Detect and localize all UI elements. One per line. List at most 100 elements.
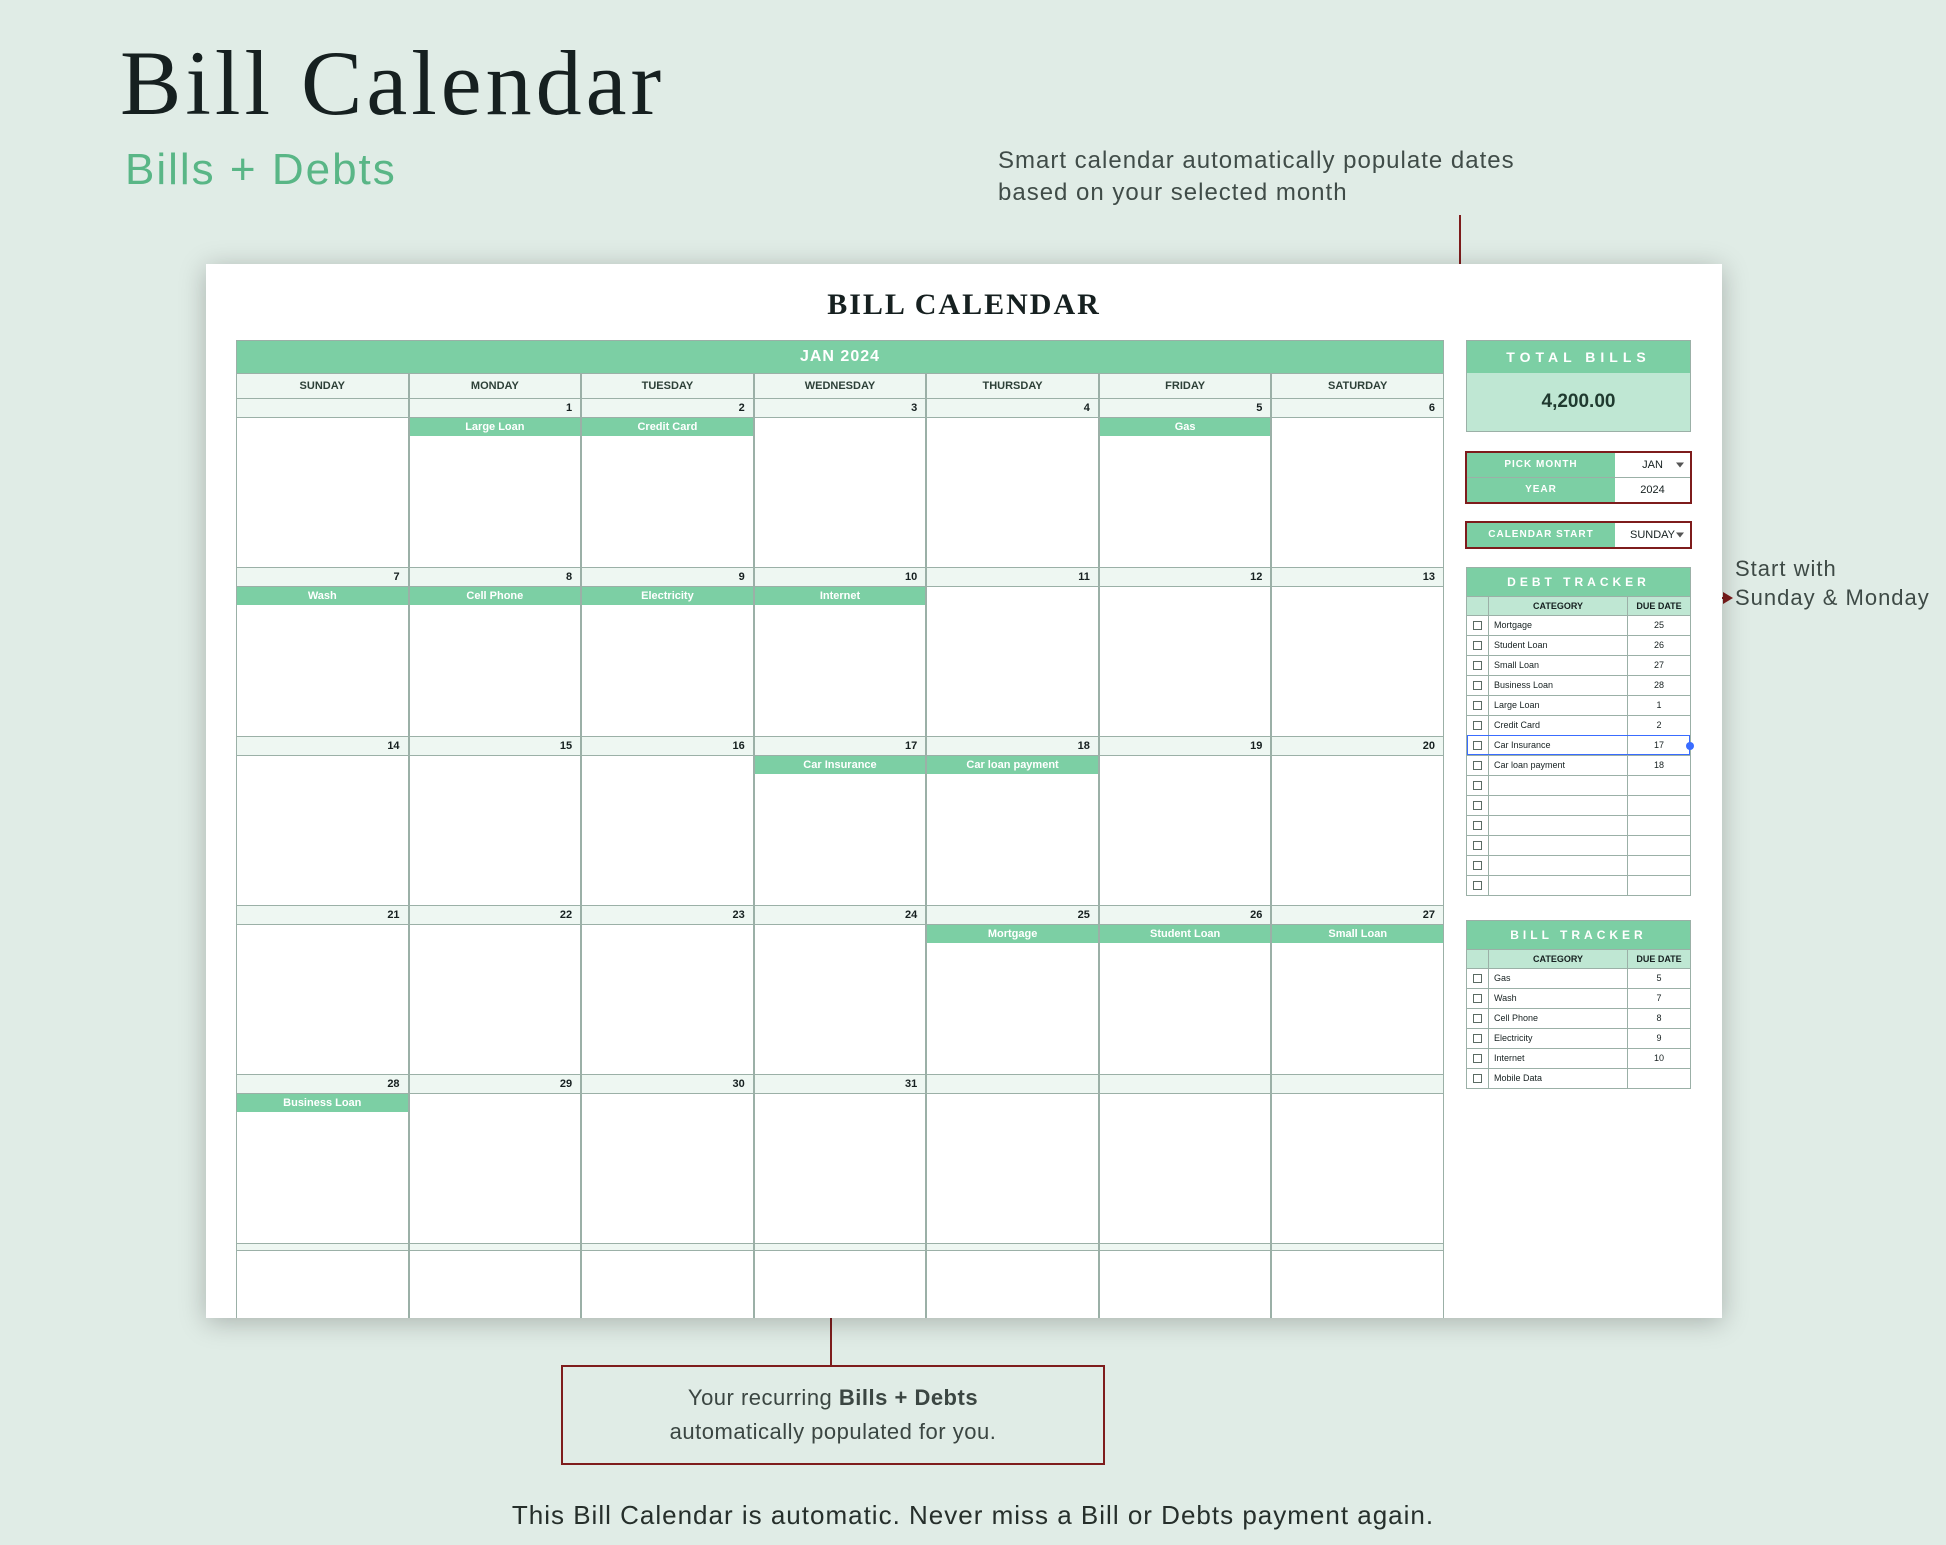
tracker-row[interactable]: Credit Card2 (1467, 715, 1690, 735)
tracker-row[interactable]: Electricity9 (1467, 1028, 1690, 1048)
tracker-row[interactable] (1467, 815, 1690, 835)
day-cell[interactable] (754, 1094, 927, 1244)
tracker-category[interactable]: Small Loan (1489, 656, 1628, 675)
tracker-category[interactable] (1489, 856, 1628, 875)
tracker-category[interactable] (1489, 876, 1628, 895)
day-cell[interactable] (409, 756, 582, 906)
tracker-category[interactable]: Electricity (1489, 1029, 1628, 1048)
tracker-category[interactable]: Business Loan (1489, 676, 1628, 695)
tracker-due[interactable]: 10 (1628, 1049, 1690, 1068)
pick-month-row[interactable]: PICK MONTH JAN (1466, 452, 1691, 478)
day-cell[interactable] (581, 1251, 754, 1318)
checkbox[interactable] (1467, 969, 1489, 988)
tracker-due[interactable]: 5 (1628, 969, 1690, 988)
day-cell[interactable] (1099, 756, 1272, 906)
tracker-due[interactable] (1628, 796, 1690, 815)
day-cell[interactable] (581, 925, 754, 1075)
day-cell[interactable] (1099, 587, 1272, 737)
tracker-due[interactable] (1628, 776, 1690, 795)
event-pill[interactable]: Credit Card (582, 418, 753, 436)
day-cell[interactable] (1271, 756, 1444, 906)
tracker-row[interactable]: Car Insurance17 (1467, 735, 1690, 755)
tracker-row[interactable]: Student Loan26 (1467, 635, 1690, 655)
tracker-category[interactable]: Internet (1489, 1049, 1628, 1068)
tracker-category[interactable]: Mobile Data (1489, 1069, 1628, 1088)
day-cell[interactable] (926, 1094, 1099, 1244)
tracker-row[interactable]: Small Loan27 (1467, 655, 1690, 675)
checkbox[interactable] (1467, 616, 1489, 635)
day-cell[interactable]: Small Loan (1271, 925, 1444, 1075)
tracker-due[interactable]: 27 (1628, 656, 1690, 675)
day-cell[interactable]: Wash (236, 587, 409, 737)
day-cell[interactable] (1271, 418, 1444, 568)
tracker-due[interactable]: 1 (1628, 696, 1690, 715)
tracker-row[interactable]: Gas5 (1467, 968, 1690, 988)
day-cell[interactable]: Large Loan (409, 418, 582, 568)
event-pill[interactable]: Wash (237, 587, 408, 605)
day-cell[interactable] (581, 1094, 754, 1244)
day-cell[interactable]: Business Loan (236, 1094, 409, 1244)
checkbox[interactable] (1467, 676, 1489, 695)
day-cell[interactable] (1271, 1094, 1444, 1244)
day-cell[interactable] (236, 925, 409, 1075)
day-cell[interactable]: Car Insurance (754, 756, 927, 906)
tracker-category[interactable]: Student Loan (1489, 636, 1628, 655)
day-cell[interactable] (1271, 1251, 1444, 1318)
tracker-category[interactable] (1489, 776, 1628, 795)
event-pill[interactable]: Business Loan (237, 1094, 408, 1112)
tracker-due[interactable]: 17 (1628, 736, 1690, 755)
checkbox[interactable] (1467, 876, 1489, 895)
checkbox[interactable] (1467, 716, 1489, 735)
tracker-row[interactable]: Mortgage25 (1467, 615, 1690, 635)
tracker-row[interactable] (1467, 855, 1690, 875)
tracker-category[interactable]: Car loan payment (1489, 756, 1628, 775)
day-cell[interactable]: Credit Card (581, 418, 754, 568)
tracker-row[interactable] (1467, 795, 1690, 815)
calendar-start-select[interactable]: SUNDAY (1615, 523, 1690, 547)
event-pill[interactable]: Small Loan (1272, 925, 1443, 943)
day-cell[interactable] (1099, 1251, 1272, 1318)
checkbox[interactable] (1467, 1049, 1489, 1068)
checkbox[interactable] (1467, 696, 1489, 715)
tracker-row[interactable]: Mobile Data (1467, 1068, 1690, 1088)
checkbox[interactable] (1467, 756, 1489, 775)
day-cell[interactable]: Electricity (581, 587, 754, 737)
tracker-due[interactable]: 8 (1628, 1009, 1690, 1028)
event-pill[interactable]: Internet (755, 587, 926, 605)
day-cell[interactable]: Cell Phone (409, 587, 582, 737)
tracker-category[interactable]: Gas (1489, 969, 1628, 988)
event-pill[interactable]: Car Insurance (755, 756, 926, 774)
day-cell[interactable] (754, 418, 927, 568)
tracker-due[interactable]: 7 (1628, 989, 1690, 1008)
tracker-due[interactable] (1628, 856, 1690, 875)
tracker-due[interactable]: 18 (1628, 756, 1690, 775)
event-pill[interactable]: Large Loan (410, 418, 581, 436)
event-pill[interactable]: Mortgage (927, 925, 1098, 943)
tracker-due[interactable] (1628, 816, 1690, 835)
tracker-category[interactable] (1489, 816, 1628, 835)
event-pill[interactable]: Student Loan (1100, 925, 1271, 943)
tracker-due[interactable]: 9 (1628, 1029, 1690, 1048)
event-pill[interactable]: Gas (1100, 418, 1271, 436)
tracker-row[interactable]: Internet10 (1467, 1048, 1690, 1068)
checkbox[interactable] (1467, 856, 1489, 875)
event-pill[interactable]: Car loan payment (927, 756, 1098, 774)
day-cell[interactable] (409, 1251, 582, 1318)
tracker-category[interactable]: Car Insurance (1489, 736, 1628, 755)
event-pill[interactable]: Electricity (582, 587, 753, 605)
day-cell[interactable] (409, 925, 582, 1075)
pick-month-select[interactable]: JAN (1615, 453, 1690, 477)
tracker-row[interactable]: Car loan payment18 (1467, 755, 1690, 775)
checkbox[interactable] (1467, 656, 1489, 675)
tracker-category[interactable]: Credit Card (1489, 716, 1628, 735)
calendar-start-row[interactable]: CALENDAR START SUNDAY (1466, 522, 1691, 548)
tracker-row[interactable]: Cell Phone8 (1467, 1008, 1690, 1028)
checkbox[interactable] (1467, 736, 1489, 755)
day-cell[interactable] (236, 1251, 409, 1318)
tracker-due[interactable] (1628, 1069, 1690, 1088)
day-cell[interactable]: Student Loan (1099, 925, 1272, 1075)
tracker-due[interactable]: 28 (1628, 676, 1690, 695)
tracker-due[interactable] (1628, 836, 1690, 855)
checkbox[interactable] (1467, 776, 1489, 795)
day-cell[interactable] (926, 587, 1099, 737)
